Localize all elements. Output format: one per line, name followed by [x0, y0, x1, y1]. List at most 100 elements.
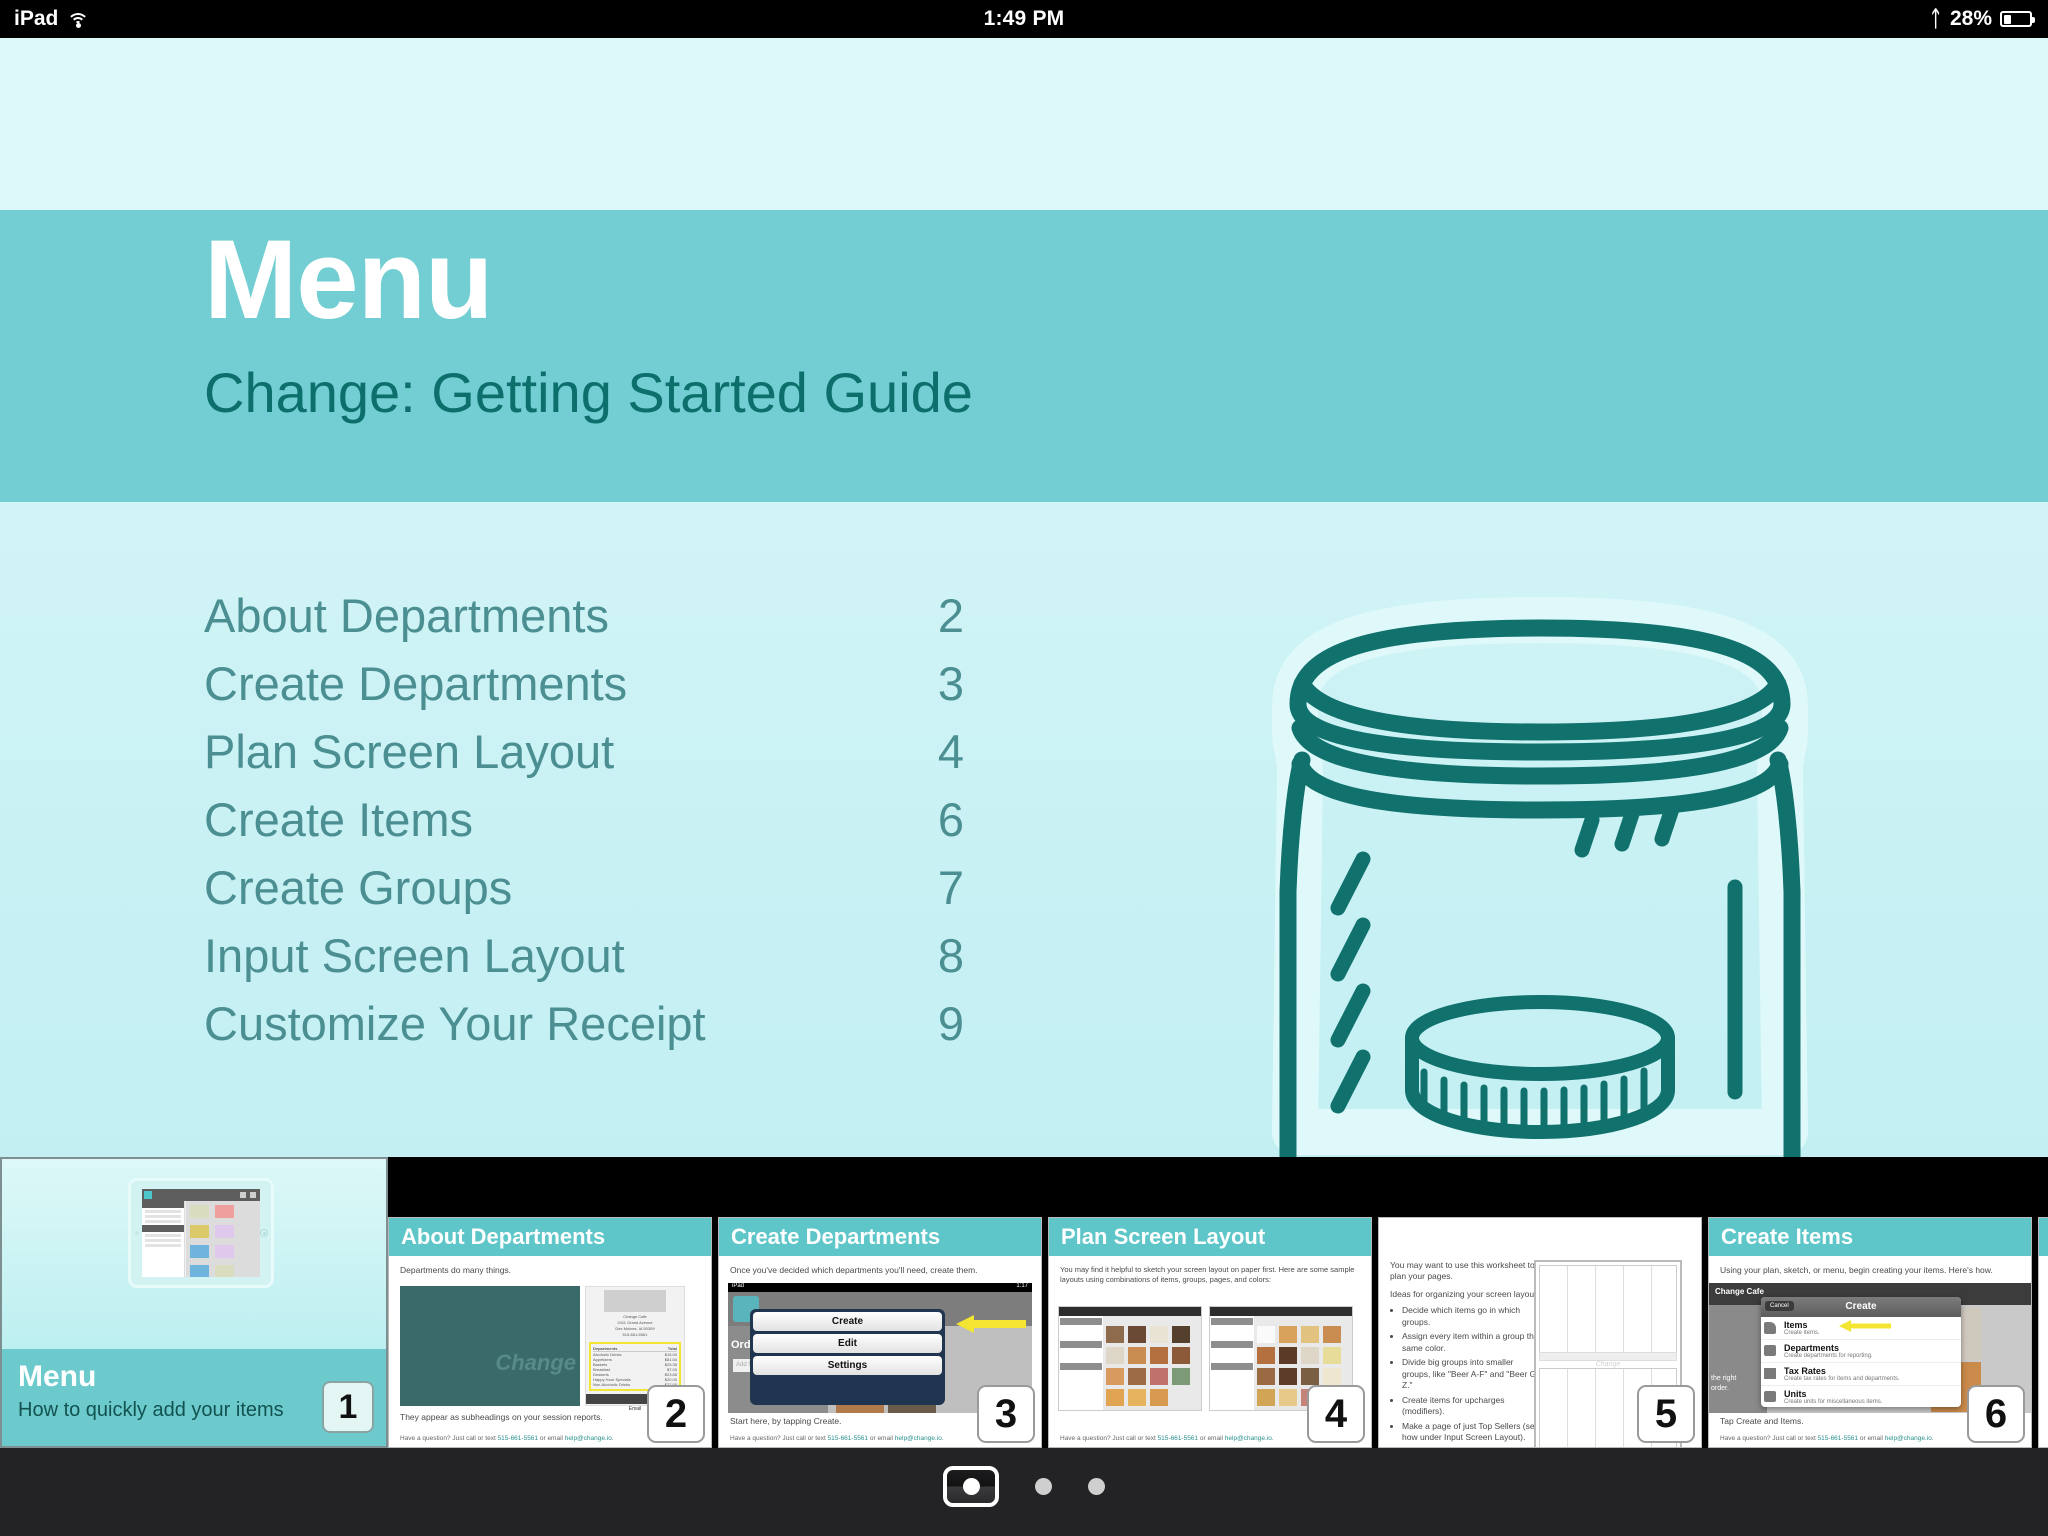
footer-prefix: Have a question? Just call or text: [1060, 1435, 1158, 1442]
toc-label: Create Groups: [204, 861, 513, 914]
thumbnail-create-departments[interactable]: Create Departments Once you've decided w…: [718, 1217, 1042, 1448]
modal-row-departments[interactable]: Departments Create departments for repor…: [1761, 1340, 1961, 1363]
page-indicator-dot[interactable]: [1088, 1478, 1105, 1495]
device-time: 1:17: [1016, 1283, 1028, 1289]
thumbnail-footer: Have a question? Just call or text 515-6…: [1720, 1435, 1934, 1442]
footer-mid: or email: [868, 1435, 895, 1442]
page-indicator[interactable]: [943, 1466, 1105, 1507]
footer-mid: or email: [1198, 1435, 1225, 1442]
toc-label: Create Items: [204, 793, 474, 846]
layout-sample-a: [1058, 1306, 1202, 1411]
battery-icon: [2000, 11, 2035, 27]
ipad-screen: [142, 1189, 260, 1277]
thumbnail-caption: Start here, by tapping Create.: [730, 1416, 842, 1426]
worksheet-lead: Ideas for organizing your screen layout:: [1390, 1288, 1539, 1299]
toc-row[interactable]: Customize Your Receipt 9: [204, 996, 964, 1064]
topbar-button-1[interactable]: [240, 1192, 246, 1198]
status-bar: iPad 1:49 PM ᛏ 28%: [0, 0, 2048, 38]
tag-icon: [1764, 1322, 1776, 1334]
toc-page: 3: [937, 657, 964, 710]
thumbnail-intro: You may find it helpful to sketch your s…: [1060, 1265, 1355, 1285]
thumbnail-footer: Have a question? Just call or text 515-6…: [1060, 1435, 1274, 1442]
page-badge: 6: [1967, 1385, 2025, 1443]
slide-top-margin: [0, 38, 2048, 210]
toc-page: 4: [937, 725, 964, 778]
yellow-arrow-left-icon: [956, 1315, 1026, 1333]
panel-section-header: [142, 1225, 184, 1232]
toc-page: 6: [937, 793, 964, 846]
footer-email[interactable]: help@change.io: [895, 1435, 942, 1442]
thumbnail-intro: Once you've decided which departments yo…: [730, 1265, 978, 1275]
app-logo-icon: [144, 1191, 152, 1199]
device-label: iPad: [732, 1283, 745, 1289]
menu-item-create[interactable]: Create: [753, 1312, 942, 1331]
screen-hint-1: the right: [1711, 1375, 1737, 1382]
clock: 1:49 PM: [983, 7, 1065, 30]
mason-jar-icon: [1120, 532, 1960, 1157]
toc-row[interactable]: Create Groups 7: [204, 860, 964, 928]
row-name: Tax Rates: [1784, 1366, 1826, 1376]
thumbnail-plan-screen-layout[interactable]: Plan Screen Layout You may find it helpf…: [1048, 1217, 1372, 1448]
row-name: Units: [1784, 1389, 1807, 1399]
toc-label: About Departments: [204, 589, 609, 642]
modal-row-units[interactable]: Units Create units for miscellaneous ite…: [1761, 1386, 1961, 1407]
toc-label: Plan Screen Layout: [204, 725, 615, 778]
footer-suffix: .: [611, 1435, 614, 1442]
footer-email[interactable]: help@change.io: [1885, 1435, 1932, 1442]
thumbnail-selected-menu[interactable]: Menu How to quickly add your items 1: [0, 1157, 388, 1448]
footer-prefix: Have a question? Just call or text: [400, 1435, 498, 1442]
thumbnail-intro: Using your plan, sketch, or menu, begin …: [1720, 1265, 1993, 1275]
thumbnail-title: Menu: [18, 1360, 97, 1393]
toc-row[interactable]: Plan Screen Layout 4: [204, 724, 964, 792]
thumbnail-subtitle: How to quickly add your items: [18, 1399, 284, 1421]
status-bar-right: ᛏ 28%: [1929, 0, 2035, 38]
menu-item-edit[interactable]: Edit: [753, 1334, 942, 1353]
thumbnail-about-departments[interactable]: About Departments Departments do many th…: [388, 1217, 712, 1448]
thumbnail-title: Plan Screen Layout: [1049, 1218, 1371, 1256]
footer-phone[interactable]: 515-661-5561: [828, 1435, 868, 1442]
thumbnail-create-groups[interactable]: Create Groups Groups 7: [2038, 1217, 2048, 1448]
footer-suffix: .: [1271, 1435, 1274, 1442]
toc-label: Create Departments: [204, 657, 628, 710]
footer-phone[interactable]: 515-661-5561: [498, 1435, 538, 1442]
bottom-toolbar: [0, 1448, 2048, 1536]
page-indicator-dot[interactable]: [1035, 1478, 1052, 1495]
page-badge: 3: [977, 1385, 1035, 1443]
toc-row[interactable]: Input Screen Layout 8: [204, 928, 964, 996]
popover-menu[interactable]: Create Edit Settings: [750, 1309, 945, 1405]
page-indicator-active[interactable]: [943, 1466, 999, 1507]
slide-canvas[interactable]: Menu Change: Getting Started Guide About…: [0, 38, 2048, 1157]
drawer-icon: [1764, 1345, 1776, 1356]
bluetooth-icon: ᛏ: [1930, 6, 1941, 31]
slide-body: About Departments 2 Create Departments 3…: [0, 502, 2048, 1157]
row-desc: Create tax rates for items and departmen…: [1784, 1376, 1900, 1382]
row-desc: Create departments for reporting.: [1784, 1353, 1873, 1359]
footer-mid: or email: [538, 1435, 565, 1442]
modal-row-items[interactable]: Items Create items.: [1761, 1317, 1961, 1340]
bank-icon: [1764, 1368, 1776, 1379]
brand-photo: Change: [400, 1286, 580, 1406]
topbar-button-2[interactable]: [250, 1192, 256, 1198]
footer-email[interactable]: help@change.io: [565, 1435, 612, 1442]
toc-row[interactable]: About Departments 2: [204, 588, 964, 656]
footer-email[interactable]: help@change.io: [1225, 1435, 1272, 1442]
thumbnail-create-items[interactable]: Create Items Using your plan, sketch, or…: [1708, 1217, 2032, 1448]
footer-phone[interactable]: 515-661-5561: [1818, 1435, 1858, 1442]
thumbnail-title: Create Groups: [2039, 1218, 2048, 1256]
scales-icon: [1764, 1391, 1776, 1402]
order-panel: [142, 1201, 185, 1277]
menu-item-settings[interactable]: Settings: [753, 1356, 942, 1375]
receipt-row-name: Non-Alcoholic Drinks: [593, 1382, 631, 1387]
toc-row[interactable]: Create Departments 3: [204, 656, 964, 724]
thumbnail-preview-image: [2, 1159, 386, 1349]
toc-row[interactable]: Create Items 6: [204, 792, 964, 860]
thumbnail-worksheet[interactable]: You may want to use this worksheet to pl…: [1378, 1217, 1702, 1448]
thumbnail-caption: Tap Create and Items.: [1720, 1416, 1804, 1426]
page-badge: 2: [647, 1385, 705, 1443]
brand-watermark: Change: [495, 1350, 576, 1375]
create-modal[interactable]: Cancel Create Items Create items. Depart…: [1761, 1297, 1961, 1407]
yellow-arrow-left-icon: [1839, 1320, 1891, 1332]
modal-row-tax-rates[interactable]: Tax Rates Create tax rates for items and…: [1761, 1363, 1961, 1386]
thumbnail-title: Create Departments: [719, 1218, 1041, 1256]
footer-phone[interactable]: 515-661-5561: [1158, 1435, 1198, 1442]
